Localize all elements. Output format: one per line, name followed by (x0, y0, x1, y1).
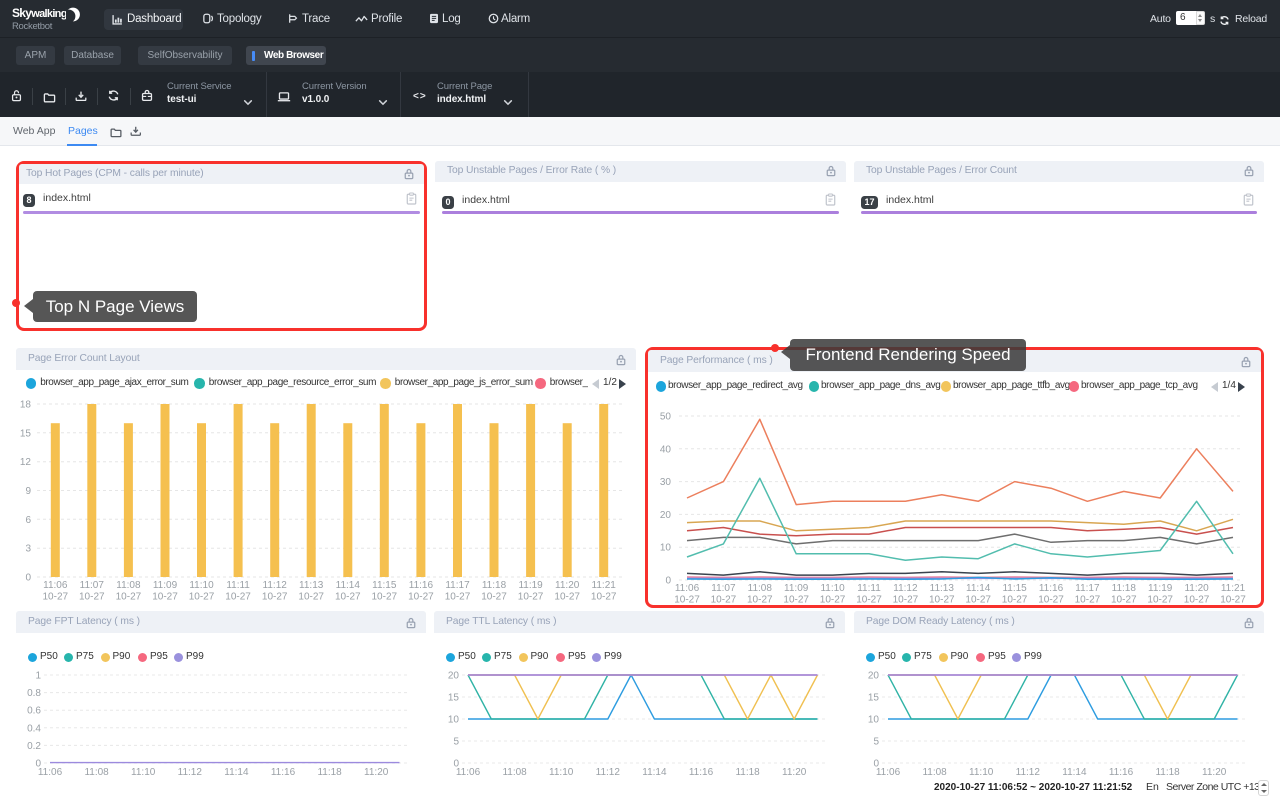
svg-text:11:1610-27: 11:1610-27 (408, 580, 434, 600)
svg-text:10: 10 (660, 543, 672, 554)
svg-text:11:2110-27: 11:2110-27 (1220, 583, 1246, 606)
svg-text:11:12: 11:12 (1016, 767, 1041, 778)
svg-text:6: 6 (25, 515, 31, 526)
svg-text:20: 20 (868, 671, 880, 682)
svg-text:15: 15 (448, 693, 460, 704)
svg-text:11:2010-27: 11:2010-27 (1184, 583, 1210, 606)
svg-text:11:1310-27: 11:1310-27 (929, 583, 955, 606)
svg-text:11:1110-27: 11:1110-27 (856, 583, 882, 606)
svg-text:11:08: 11:08 (84, 767, 109, 778)
svg-text:15: 15 (20, 428, 32, 439)
svg-text:11:20: 11:20 (364, 767, 389, 778)
svg-text:11:0610-27: 11:0610-27 (43, 580, 69, 600)
svg-text:11:10: 11:10 (969, 767, 994, 778)
svg-text:11:0710-27: 11:0710-27 (711, 583, 737, 606)
svg-text:11:2110-27: 11:2110-27 (591, 580, 617, 600)
svg-text:18: 18 (20, 400, 32, 411)
svg-text:9: 9 (25, 486, 31, 497)
svg-text:0: 0 (665, 576, 671, 587)
svg-text:11:20: 11:20 (782, 767, 807, 778)
svg-text:5: 5 (873, 737, 879, 748)
svg-text:11:0910-27: 11:0910-27 (152, 580, 178, 600)
svg-text:0.8: 0.8 (27, 688, 41, 699)
svg-text:11:06: 11:06 (38, 767, 63, 778)
svg-text:11:1810-27: 11:1810-27 (1111, 583, 1137, 606)
svg-text:10: 10 (868, 715, 880, 726)
svg-text:11:1910-27: 11:1910-27 (518, 580, 544, 600)
svg-text:12: 12 (20, 457, 32, 468)
svg-text:11:1510-27: 11:1510-27 (1002, 583, 1028, 606)
svg-text:10: 10 (448, 715, 460, 726)
svg-text:11:12: 11:12 (178, 767, 203, 778)
svg-text:11:2010-27: 11:2010-27 (554, 580, 580, 600)
svg-text:1: 1 (35, 671, 41, 682)
svg-text:11:16: 11:16 (689, 767, 714, 778)
svg-text:0.4: 0.4 (27, 723, 41, 734)
svg-text:11:18: 11:18 (735, 767, 760, 778)
svg-text:11:0610-27: 11:0610-27 (674, 583, 700, 606)
svg-text:11:10: 11:10 (131, 767, 156, 778)
svg-text:11:14: 11:14 (224, 767, 249, 778)
svg-text:20: 20 (660, 510, 672, 521)
svg-text:11:1010-27: 11:1010-27 (820, 583, 846, 606)
svg-text:11:1710-27: 11:1710-27 (1075, 583, 1101, 606)
svg-text:30: 30 (660, 477, 672, 488)
svg-text:11:0710-27: 11:0710-27 (79, 580, 105, 600)
svg-text:11:0910-27: 11:0910-27 (783, 583, 809, 606)
svg-text:11:14: 11:14 (642, 767, 667, 778)
svg-text:11:1410-27: 11:1410-27 (965, 583, 991, 606)
svg-text:11:1410-27: 11:1410-27 (335, 580, 361, 600)
svg-text:50: 50 (660, 412, 672, 423)
svg-text:15: 15 (868, 693, 880, 704)
svg-text:11:1010-27: 11:1010-27 (189, 580, 215, 600)
svg-text:11:0810-27: 11:0810-27 (747, 583, 773, 606)
svg-text:11:18: 11:18 (1155, 767, 1180, 778)
svg-text:11:20: 11:20 (1202, 767, 1227, 778)
svg-text:11:1310-27: 11:1310-27 (298, 580, 324, 600)
svg-text:5: 5 (453, 737, 459, 748)
svg-text:11:08: 11:08 (922, 767, 947, 778)
svg-text:11:06: 11:06 (456, 767, 481, 778)
svg-text:11:1910-27: 11:1910-27 (1147, 583, 1173, 606)
svg-text:11:10: 11:10 (549, 767, 574, 778)
svg-text:11:1810-27: 11:1810-27 (481, 580, 507, 600)
svg-text:11:16: 11:16 (1109, 767, 1134, 778)
svg-text:11:1610-27: 11:1610-27 (1038, 583, 1064, 606)
svg-text:11:12: 11:12 (596, 767, 621, 778)
svg-text:11:14: 11:14 (1062, 767, 1087, 778)
svg-text:11:1210-27: 11:1210-27 (893, 583, 919, 606)
svg-text:20: 20 (448, 671, 460, 682)
svg-text:11:1710-27: 11:1710-27 (445, 580, 471, 600)
svg-text:0.6: 0.6 (27, 706, 41, 717)
svg-text:11:18: 11:18 (317, 767, 342, 778)
svg-text:3: 3 (25, 544, 31, 555)
svg-text:11:0810-27: 11:0810-27 (116, 580, 142, 600)
svg-text:11:06: 11:06 (876, 767, 901, 778)
svg-text:11:1110-27: 11:1110-27 (225, 580, 251, 600)
svg-text:0: 0 (25, 573, 31, 584)
svg-text:11:16: 11:16 (271, 767, 296, 778)
svg-text:11:1510-27: 11:1510-27 (372, 580, 398, 600)
svg-text:40: 40 (660, 444, 672, 455)
svg-text:11:1210-27: 11:1210-27 (262, 580, 288, 600)
svg-text:11:08: 11:08 (502, 767, 527, 778)
svg-text:0.2: 0.2 (27, 741, 41, 752)
